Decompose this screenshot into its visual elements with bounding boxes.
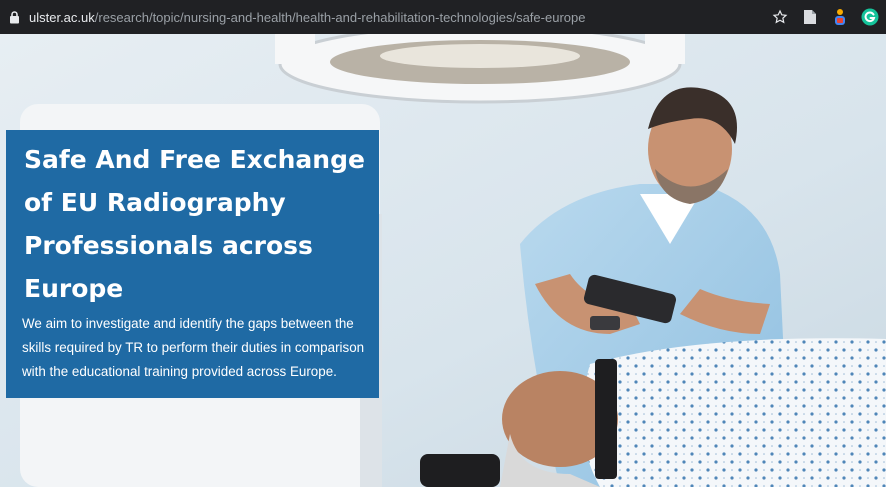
- star-icon[interactable]: [770, 7, 790, 27]
- hero-section: Safe And Free Exchange of EU Radiography…: [0, 34, 886, 487]
- url-host: ulster.ac.uk: [29, 9, 95, 25]
- url-path: /research/topic/nursing-and-health/healt…: [94, 9, 586, 25]
- extension-icon[interactable]: [830, 7, 850, 27]
- browser-address-bar[interactable]: ulster.ac.uk/research/topic/nursing-and-…: [0, 0, 886, 34]
- toolbar-icons: [770, 0, 880, 34]
- lock-icon[interactable]: [7, 10, 21, 24]
- url-text[interactable]: ulster.ac.uk/research/topic/nursing-and-…: [29, 10, 585, 25]
- page-title: Safe And Free Exchange of EU Radiography…: [24, 145, 365, 303]
- document-icon[interactable]: [800, 7, 820, 27]
- hero-text-panel: Safe And Free Exchange of EU Radiography…: [6, 130, 379, 398]
- hero-description: We aim to investigate and identify the g…: [22, 316, 365, 379]
- grammarly-icon[interactable]: [860, 7, 880, 27]
